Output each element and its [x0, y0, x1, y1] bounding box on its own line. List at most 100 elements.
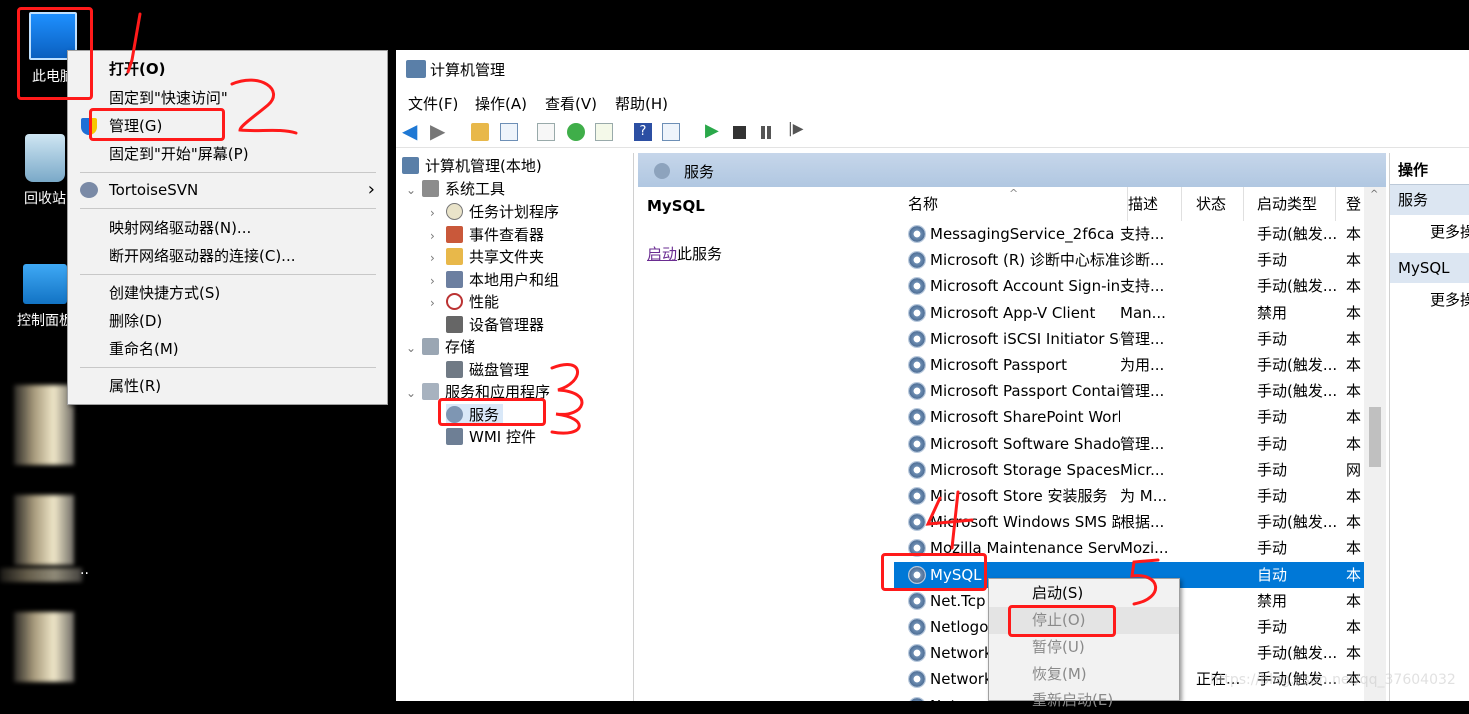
- tree-item-label: 设备管理器: [469, 316, 545, 334]
- up-folder-icon[interactable]: [471, 123, 489, 141]
- pause-service-icon[interactable]: [761, 126, 765, 139]
- storage-icon: [422, 338, 439, 355]
- blurred-desktop-icon: [14, 495, 74, 565]
- tree-item-system-tools[interactable]: ⌄ 系统工具: [406, 178, 505, 200]
- service-row[interactable]: Microsoft Storage Spaces S...Micr... 手动 网: [894, 457, 1364, 483]
- tree-item-label: WMI 控件: [469, 428, 536, 446]
- properties-icon[interactable]: [537, 123, 555, 141]
- refresh-icon[interactable]: [567, 123, 585, 141]
- shared-folder-icon: [446, 248, 463, 265]
- service-row[interactable]: Microsoft (R) 诊断中心标准... 诊断... 手动 本: [894, 247, 1364, 273]
- tree-item-disk-management[interactable]: 磁盘管理: [446, 359, 529, 381]
- restart-service-icon[interactable]: |▶: [788, 121, 806, 139]
- service-row[interactable]: Microsoft Passport Container管理... 手动(触发..…: [894, 378, 1364, 404]
- forward-arrow-icon[interactable]: ▶: [430, 119, 448, 143]
- menu-item-rename[interactable]: 重命名(M): [68, 336, 387, 362]
- chevron-right-icon: ›: [430, 229, 435, 243]
- stop-service-icon[interactable]: [733, 126, 746, 139]
- desktop-stray-text: ..: [80, 562, 89, 578]
- service-row[interactable]: Microsoft Passport 为用... 手动(触发... 本: [894, 352, 1364, 378]
- service-gear-icon: [908, 434, 926, 453]
- column-header-logon[interactable]: 登: [1336, 187, 1364, 221]
- service-row[interactable]: Microsoft SharePoint Work... 手动 本: [894, 404, 1364, 430]
- service-row[interactable]: Microsoft iSCSI Initiator Ser...管理... 手动 本: [894, 326, 1364, 352]
- menu-item-open[interactable]: 打开(O): [68, 56, 387, 82]
- service-logon-cell: 本: [1346, 303, 1362, 322]
- device-manager-icon: [446, 316, 463, 333]
- column-header-description[interactable]: 描述: [1120, 187, 1182, 221]
- column-header-status[interactable]: 状态: [1182, 187, 1244, 221]
- tree-item-local-users-groups[interactable]: › 本地用户和组: [430, 269, 559, 291]
- menu-item-create-shortcut[interactable]: 创建快捷方式(S): [68, 280, 387, 306]
- actions-section-services[interactable]: 服务: [1390, 185, 1469, 215]
- scroll-up-arrow-icon[interactable]: ^: [1370, 189, 1378, 200]
- tree-item-label: 系统工具: [445, 180, 506, 198]
- services-applications-icon: [422, 383, 439, 400]
- menu-item-resume[interactable]: 恢复(M): [989, 661, 1179, 688]
- back-arrow-icon[interactable]: ◀: [402, 119, 420, 143]
- menu-view[interactable]: 查看(V): [545, 93, 597, 114]
- desktop-context-menu: 打开(O) 固定到"快速访问" 管理(G) 固定到"开始"屏幕(P) Torto…: [67, 50, 388, 405]
- services-vertical-scrollbar[interactable]: ^: [1364, 187, 1386, 701]
- chevron-right-icon: ›: [430, 251, 435, 265]
- actions-header: 操作: [1390, 155, 1469, 185]
- service-logon-cell: 本: [1346, 329, 1362, 348]
- selected-service-name: MySQL: [647, 197, 705, 215]
- column-header-startup-type[interactable]: 启动类型: [1244, 187, 1336, 221]
- tree-item-computer-management-local[interactable]: 计算机管理(本地): [402, 155, 542, 177]
- menu-item-map-drive[interactable]: 映射网络驱动器(N)...: [68, 215, 387, 241]
- export-list-icon[interactable]: [595, 123, 613, 141]
- tree-item-task-scheduler[interactable]: › 任务计划程序: [430, 201, 559, 223]
- help-icon[interactable]: ?: [634, 123, 652, 141]
- annotation-box-stop: [1008, 605, 1116, 637]
- menu-item-disconnect-drive[interactable]: 断开网络驱动器的连接(C)...: [68, 243, 387, 269]
- services-header-title: 服务: [684, 163, 715, 181]
- menu-action[interactable]: 操作(A): [475, 93, 527, 114]
- actions-section-mysql[interactable]: MySQL: [1390, 253, 1469, 283]
- menu-help[interactable]: 帮助(H): [615, 93, 668, 114]
- service-name-cell: MessagingService_2f6ca: [930, 225, 1115, 243]
- service-logon-cell: 本: [1346, 539, 1362, 558]
- start-service-link[interactable]: 启动: [647, 245, 677, 263]
- service-name-cell: Microsoft (R) 诊断中心标准...: [930, 251, 1120, 270]
- tree-item-label: 本地用户和组: [469, 271, 560, 289]
- service-row[interactable]: MessagingService_2f6ca 支持... 手动(触发... 本: [894, 221, 1364, 247]
- control-panel-icon: [23, 264, 67, 304]
- actions-pane: 操作 服务 更多操 MySQL 更多操: [1389, 153, 1469, 701]
- service-row[interactable]: Microsoft Account Sign-in ... 支持... 手动(触发.…: [894, 273, 1364, 299]
- scrollbar-thumb[interactable]: [1369, 407, 1381, 467]
- service-gear-icon: [908, 277, 926, 296]
- tree-item-performance[interactable]: › 性能: [430, 291, 499, 313]
- service-row[interactable]: Microsoft Store 安装服务为 M... 手动 本: [894, 483, 1364, 509]
- service-row[interactable]: Microsoft App-V Client Man... 禁用 本: [894, 300, 1364, 326]
- tree-item-event-viewer[interactable]: › 事件查看器: [430, 224, 544, 246]
- menu-item-pause[interactable]: 暂停(U): [989, 634, 1179, 661]
- service-row[interactable]: Microsoft Software Shado... 管理... 手动 本: [894, 431, 1364, 457]
- clock-icon: [446, 203, 463, 220]
- service-row[interactable]: Microsoft Windows SMS 路... 根据... 手动(触发... 本: [894, 509, 1364, 535]
- more-actions-link[interactable]: 更多操: [1430, 289, 1469, 310]
- tree-item-device-manager[interactable]: 设备管理器: [446, 314, 544, 336]
- tools-icon: [422, 180, 439, 197]
- service-name-cell: Microsoft App-V Client: [930, 303, 1096, 322]
- menu-item-tortoisesvn[interactable]: TortoiseSVN ›: [68, 177, 387, 203]
- menu-item-properties[interactable]: 属性(R): [68, 373, 387, 399]
- service-gear-icon: [908, 618, 926, 636]
- console-icon[interactable]: [662, 123, 680, 141]
- tree-item-label: 磁盘管理: [469, 361, 530, 379]
- annotation-box-this-pc: [17, 7, 93, 100]
- tree-item-storage[interactable]: ⌄ 存储: [406, 336, 475, 358]
- blurred-desktop-icon: [14, 612, 74, 682]
- start-service-icon[interactable]: ▶: [705, 120, 723, 141]
- menu-item-delete[interactable]: 删除(D): [68, 308, 387, 334]
- menu-separator: [80, 367, 376, 368]
- show-hide-tree-icon[interactable]: [500, 123, 518, 141]
- menu-file[interactable]: 文件(F): [408, 93, 458, 114]
- tree-item-wmi-control[interactable]: WMI 控件: [446, 426, 536, 448]
- start-service-line: 启动此服务: [647, 243, 722, 264]
- tree-item-shared-folders[interactable]: › 共享文件夹: [430, 246, 544, 268]
- more-actions-link[interactable]: 更多操: [1430, 221, 1469, 242]
- menu-item-pin-start[interactable]: 固定到"开始"屏幕(P): [68, 141, 387, 167]
- service-gear-icon: [908, 382, 926, 401]
- menu-item-start[interactable]: 启动(S): [989, 580, 1179, 607]
